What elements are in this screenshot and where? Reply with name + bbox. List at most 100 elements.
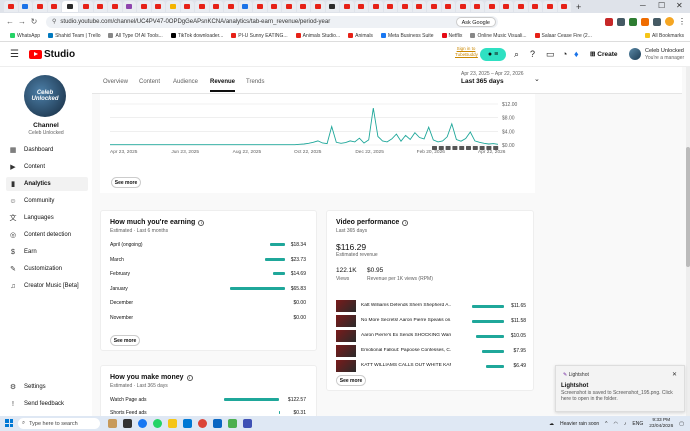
tab-content[interactable]: Content: [139, 79, 160, 85]
browser-tab[interactable]: [122, 1, 136, 12]
create-button[interactable]: ⊞ Create: [590, 50, 618, 58]
video-marker-icon[interactable]: [472, 146, 478, 150]
menu-kebab-icon[interactable]: ⋮: [678, 17, 686, 26]
browser-tab[interactable]: [108, 1, 122, 12]
profile-icon[interactable]: [665, 17, 674, 26]
video-see-more-button[interactable]: See more: [336, 375, 366, 386]
account-avatar[interactable]: [629, 48, 641, 60]
tray-chevron-icon[interactable]: ^: [605, 421, 607, 427]
sidebar-item-content[interactable]: ▶ Content: [6, 160, 88, 174]
browser-tab[interactable]: [79, 1, 93, 12]
bookmark-item[interactable]: Animals: [348, 33, 373, 39]
hamburger-menu-icon[interactable]: ☰: [10, 49, 19, 60]
tab-overview[interactable]: Overview: [103, 79, 128, 85]
browser-tab[interactable]: [528, 1, 542, 12]
edge-icon[interactable]: [183, 419, 192, 428]
sidebar-item-settings[interactable]: ⚙ Settings: [6, 380, 88, 394]
whatsapp-icon[interactable]: [153, 419, 162, 428]
reload-icon[interactable]: ↻: [28, 17, 40, 26]
app-icon[interactable]: [243, 419, 252, 428]
sidebar-item-customization[interactable]: ✎ Customization: [6, 262, 88, 276]
sidebar-item-creator-music[interactable]: ♫ Creator Music [Beta]: [6, 279, 88, 293]
bookmark-item[interactable]: Online Music Visuali...: [470, 33, 527, 39]
windows-start-icon[interactable]: [5, 419, 13, 427]
browser-tab[interactable]: [238, 1, 252, 12]
clock[interactable]: 9:33 PM 23/04/2026: [649, 418, 673, 429]
bookmark-item[interactable]: Salaar Cease Fire (2...: [534, 33, 592, 39]
browser-tab[interactable]: [499, 1, 513, 12]
sidebar-item-languages[interactable]: 文 Languages: [6, 211, 88, 225]
browser-tab[interactable]: [369, 1, 383, 12]
extensions-puzzle-icon[interactable]: [653, 17, 661, 26]
help-icon[interactable]: ?: [530, 49, 535, 59]
page-scrollbar[interactable]: [686, 67, 690, 416]
sidebar-item-feedback[interactable]: ! Send feedback: [6, 397, 88, 411]
chevron-down-icon[interactable]: ⌄: [534, 75, 540, 83]
sidebar-item-analytics[interactable]: ▮ Analytics: [6, 177, 88, 191]
tubebuddy-button[interactable]: ● ≡: [480, 48, 506, 61]
volume-icon[interactable]: ♪: [624, 421, 627, 427]
browser-tab[interactable]: [166, 1, 180, 12]
browser-tab[interactable]: [282, 1, 296, 12]
all-bookmarks-button[interactable]: All Bookmarks: [645, 33, 684, 39]
bookmark-item[interactable]: Shahid Team | Trello: [48, 33, 100, 39]
ask-google-button[interactable]: Ask Google: [455, 16, 496, 27]
url-field[interactable]: ⚲ studio.youtube.com/channel/UC4PV47-0OP…: [46, 15, 498, 28]
browser-tab[interactable]: [412, 1, 426, 12]
notifications-icon[interactable]: ◔: [562, 49, 567, 59]
sidebar-item-dashboard[interactable]: ▦ Dashboard: [6, 143, 88, 157]
video-marker-icon[interactable]: [479, 146, 485, 150]
forward-icon[interactable]: →: [16, 17, 28, 26]
sidebar-item-community[interactable]: ☺ Community: [6, 194, 88, 208]
info-icon[interactable]: i: [186, 374, 193, 381]
sidebar-item-earn[interactable]: $ Earn: [6, 245, 88, 259]
video-thumbnail[interactable]: [336, 345, 356, 357]
video-thumbnail[interactable]: [336, 330, 356, 342]
lightshot-notification[interactable]: ✎ Lightshot ✕ Lightshot Screenshot is sa…: [555, 365, 685, 412]
browser-tab[interactable]: [441, 1, 455, 12]
video-marker-icon[interactable]: [445, 146, 451, 150]
video-marker-icon[interactable]: [432, 146, 437, 150]
search-icon[interactable]: ⌕: [514, 49, 519, 60]
browser-tab[interactable]: [18, 1, 32, 12]
browser-tab[interactable]: [354, 1, 368, 12]
video-marker-icon[interactable]: [466, 146, 471, 150]
language-indicator[interactable]: ENG: [632, 421, 643, 427]
video-title[interactable]: Emotional Fallout: Papoose Confesses, C.…: [361, 348, 451, 353]
info-icon[interactable]: i: [402, 219, 409, 226]
video-title[interactable]: Katt Williams Defends Sherri Shepherd A.…: [361, 303, 451, 308]
bookmark-item[interactable]: Meta Business Suite: [380, 33, 434, 39]
tab-audience[interactable]: Audience: [173, 79, 198, 85]
store-icon[interactable]: [213, 419, 222, 428]
tab-revenue[interactable]: Revenue: [210, 79, 236, 92]
video-marker-icon[interactable]: [438, 146, 444, 150]
browser-tab[interactable]: [485, 1, 499, 12]
bookmark-item[interactable]: Netflix: [441, 33, 462, 39]
messages-icon[interactable]: ▭: [546, 49, 555, 60]
browser-tab[interactable]: [180, 1, 194, 12]
browser-tab[interactable]: [224, 1, 238, 12]
browser-tab[interactable]: [33, 1, 47, 12]
browser-tab[interactable]: [47, 1, 61, 12]
back-icon[interactable]: ←: [4, 17, 16, 26]
video-row[interactable]: Aaron Pierre's Ex Sends SHOCKING Warn...…: [336, 330, 526, 342]
browser-tab[interactable]: [267, 1, 281, 12]
minimize-icon[interactable]: ─: [640, 1, 646, 10]
browser-tab[interactable]: [151, 1, 165, 12]
bookmark-item[interactable]: PI-U Sunny EATING...: [231, 33, 288, 39]
close-window-icon[interactable]: ✕: [676, 1, 683, 10]
browser-tab[interactable]: [137, 1, 151, 12]
account-info[interactable]: Celeb Unlocked You're a manager: [645, 48, 684, 62]
earning-see-more-button[interactable]: See more: [110, 335, 140, 346]
chrome-icon[interactable]: [198, 419, 207, 428]
video-title[interactable]: Aaron Pierre's Ex Sends SHOCKING Warn...: [361, 333, 451, 338]
browser-tab[interactable]: [427, 1, 441, 12]
browser-tab[interactable]: [62, 1, 78, 12]
app-icon[interactable]: [228, 419, 237, 428]
bookmark-item[interactable]: WhatsApp: [10, 33, 40, 39]
taskbar-app-icon[interactable]: [108, 419, 117, 428]
browser-tab[interactable]: [209, 1, 223, 12]
taskbar-search[interactable]: ⌕ Type here to search: [18, 418, 100, 429]
bookmark-item[interactable]: Animals Studio...: [295, 33, 340, 39]
video-title[interactable]: No More Secrets! Aaron Pierre Speaks on.…: [361, 318, 451, 323]
